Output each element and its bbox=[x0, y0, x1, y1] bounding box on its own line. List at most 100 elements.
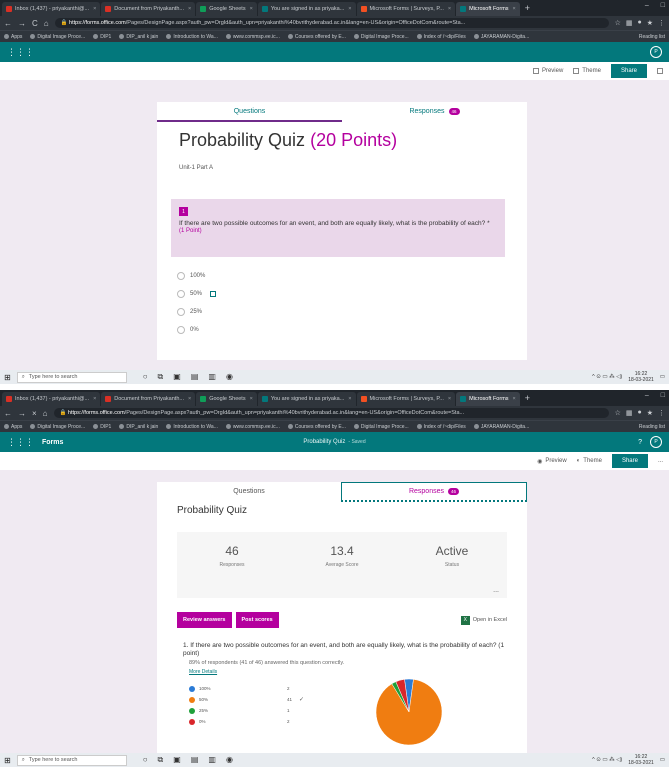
browser-tab-bar: Inbox (1,437) - priyakanthi@... × Documen… bbox=[0, 390, 669, 406]
browser-tab[interactable]: Microsoft Forms | Surveys, P... × bbox=[356, 392, 456, 406]
browser-tab[interactable]: Inbox (1,437) - priyakanthi@... × bbox=[2, 392, 101, 406]
open-in-excel-button[interactable]: X Open in Excel bbox=[460, 615, 507, 625]
browser-tab[interactable]: Inbox (1,437) - priyakanthi@... × bbox=[2, 2, 101, 16]
reload-icon[interactable]: C bbox=[32, 19, 38, 28]
system-tray[interactable]: ^ ⊙ ▭ ⁂ ◁) 16:22 18-03-2021 ▭ bbox=[592, 754, 665, 766]
forward-icon[interactable]: → bbox=[18, 409, 26, 418]
browser-tab[interactable]: Document from Priyakanth... × bbox=[101, 2, 196, 16]
theme-button[interactable]: Theme bbox=[573, 68, 601, 74]
review-answers-button[interactable]: Review answers bbox=[177, 612, 232, 628]
bookmark[interactable]: Digital Image Proce... bbox=[353, 34, 409, 40]
more-icon[interactable]: ... bbox=[493, 587, 499, 594]
waffle-icon[interactable]: ⋮⋮⋮ bbox=[7, 47, 34, 58]
browser-tab[interactable]: You are signed in as priyaka... × bbox=[257, 392, 356, 406]
window-controls[interactable]: – □ bbox=[645, 392, 665, 399]
browser-tab[interactable]: Google Sheets × bbox=[196, 392, 257, 406]
form-subtitle[interactable]: Unit-1 Part A bbox=[157, 151, 527, 171]
taskbar-apps[interactable]: ○ ⧉ ▣ ▤ ▥ ◉ bbox=[143, 372, 233, 382]
bookmarks-bar: Apps Digital Image Proce... DIP1 DIP_ani… bbox=[0, 420, 669, 432]
extensions[interactable]: ☆ ▦ ● ★ ⋮ bbox=[615, 19, 665, 27]
bookmark[interactable]: DIP1 bbox=[93, 34, 111, 40]
bookmark[interactable]: Index of /~dip/Files bbox=[416, 34, 466, 40]
more-icon[interactable] bbox=[657, 68, 663, 74]
option[interactable]: 25% bbox=[177, 303, 527, 321]
bookmark[interactable]: Courses offered by E... bbox=[287, 34, 346, 40]
taskbar-apps[interactable]: ○ ⧉ ▣ ▤ ▥ ◉ bbox=[143, 755, 233, 765]
radio-icon bbox=[177, 290, 185, 298]
bookmark[interactable]: Digital Image Proce... bbox=[30, 424, 85, 430]
windows-start-icon[interactable]: ⊞ bbox=[4, 373, 11, 382]
browser-tab[interactable]: Google Sheets × bbox=[196, 2, 257, 16]
taskbar-search[interactable]: ⌕ Type here to search bbox=[16, 754, 127, 766]
option[interactable]: 100% bbox=[177, 267, 527, 285]
browser-tab[interactable]: Document from Priyakanth... × bbox=[101, 392, 196, 406]
tab-responses[interactable]: Responses 46 bbox=[341, 482, 527, 502]
forms-app-bar: ⋮⋮⋮ P bbox=[0, 42, 669, 62]
theme-button[interactable]: ◐ Theme bbox=[577, 458, 602, 464]
browser-tab[interactable]: You are signed in as priyaka... × bbox=[257, 2, 356, 16]
tab-responses[interactable]: Responses 46 bbox=[342, 102, 527, 122]
bookmark[interactable]: DIP1 bbox=[93, 424, 111, 430]
stat-responses: 46 Responses bbox=[219, 544, 245, 568]
bookmark[interactable]: Courses offered by E... bbox=[287, 424, 346, 430]
extensions[interactable]: ☆ ▦ ● ★ ⋮ bbox=[615, 409, 665, 417]
stop-icon[interactable]: × bbox=[32, 409, 37, 418]
forward-icon[interactable]: → bbox=[18, 19, 26, 28]
eye-icon: ◉ bbox=[537, 458, 543, 465]
bookmark[interactable]: Digital Image Proce... bbox=[30, 34, 85, 40]
share-button[interactable]: Share bbox=[611, 454, 648, 468]
taskbar-search[interactable]: ⌕ Type here to search bbox=[16, 371, 127, 383]
new-tab-icon[interactable]: + bbox=[525, 393, 530, 403]
browser-tab[interactable]: Microsoft Forms | Surveys, P... × bbox=[356, 2, 456, 16]
reading-list[interactable]: Reading list bbox=[639, 34, 665, 40]
bookmark[interactable]: Introduction to Wa... bbox=[166, 424, 218, 430]
response-pie-chart bbox=[375, 678, 443, 746]
windows-start-icon[interactable]: ⊞ bbox=[4, 756, 11, 765]
screenshot-design-view: Inbox (1,437) - priyakanthi@... × Documen… bbox=[0, 0, 669, 384]
bookmark[interactable]: Apps bbox=[4, 34, 22, 40]
browser-tab-bar: Inbox (1,437) - priyakanthi@... × Documen… bbox=[0, 0, 669, 16]
share-button[interactable]: Share bbox=[610, 64, 647, 78]
preview-button[interactable]: ◉ Preview bbox=[537, 458, 567, 465]
tab-questions[interactable]: Questions bbox=[157, 102, 342, 122]
bookmark[interactable]: JAYARAMAN-Digita... bbox=[473, 424, 529, 430]
bookmark[interactable]: DIP_anil k jain bbox=[119, 34, 158, 40]
bookmark[interactable]: Index of /~dip/Files bbox=[416, 424, 466, 430]
url-bar[interactable]: 🔒 https://forms.office.com/Pages/DesignP… bbox=[54, 18, 609, 28]
result-chart-area: 100% 2 50% 41 ✓ 25% 1 0% 2 bbox=[177, 675, 507, 747]
form-tabs: Questions Responses 46 bbox=[157, 102, 527, 122]
check-icon: ✓ bbox=[299, 697, 305, 703]
option[interactable]: 50% bbox=[177, 285, 527, 303]
legend-row: 0% 2 bbox=[189, 716, 304, 727]
bookmark[interactable]: JAYARAMAN-Digita... bbox=[473, 34, 529, 40]
form-title[interactable]: Probability Quiz (20 Points) bbox=[157, 122, 527, 151]
bookmark[interactable]: Apps bbox=[4, 424, 22, 430]
options-list: 100% 50% 25% 0% bbox=[157, 257, 527, 339]
address-row: ← → × ⌂ 🔒 https://forms.office.com/Pages… bbox=[0, 406, 669, 420]
preview-button[interactable]: Preview bbox=[532, 68, 563, 74]
new-tab-icon[interactable]: + bbox=[525, 3, 530, 13]
back-icon[interactable]: ← bbox=[4, 19, 12, 28]
result-question: 1. If there are two possible outcomes fo… bbox=[183, 642, 505, 657]
summary-stats: 46 Responses 13.4 Average Score Active Stat… bbox=[177, 532, 507, 598]
tab-questions[interactable]: Questions bbox=[157, 482, 341, 502]
post-scores-button[interactable]: Post scores bbox=[235, 612, 279, 628]
window-controls[interactable]: – □ bbox=[645, 2, 665, 9]
bookmark[interactable]: Digital Image Proce... bbox=[353, 424, 409, 430]
question-block[interactable]: 1 If there are two possible outcomes for… bbox=[171, 199, 505, 257]
url-bar[interactable]: 🔒 https://forms.office.com/Pages/DesignP… bbox=[53, 408, 609, 418]
bookmark[interactable]: www.commsp.ee.ic... bbox=[225, 34, 280, 40]
bookmark[interactable]: www.commsp.ee.ic... bbox=[225, 424, 280, 430]
more-options-icon[interactable]: ... bbox=[658, 458, 663, 464]
reading-list[interactable]: Reading list bbox=[639, 424, 665, 430]
back-icon[interactable]: ← bbox=[4, 409, 12, 418]
bookmark[interactable]: DIP_anil k jain bbox=[119, 424, 158, 430]
bookmark[interactable]: Introduction to Wa... bbox=[166, 34, 218, 40]
avatar[interactable]: P bbox=[650, 46, 662, 58]
option[interactable]: 0% bbox=[177, 321, 527, 339]
browser-tab-active[interactable]: Microsoft Forms × bbox=[456, 392, 520, 406]
browser-tab-active[interactable]: Microsoft Forms × bbox=[456, 2, 520, 16]
home-icon[interactable]: ⌂ bbox=[44, 19, 49, 28]
home-icon[interactable]: ⌂ bbox=[43, 409, 48, 418]
system-tray[interactable]: ^ ⊙ ▭ ⁂ ◁) 16:22 18-03-2021 ▭ bbox=[592, 371, 665, 383]
